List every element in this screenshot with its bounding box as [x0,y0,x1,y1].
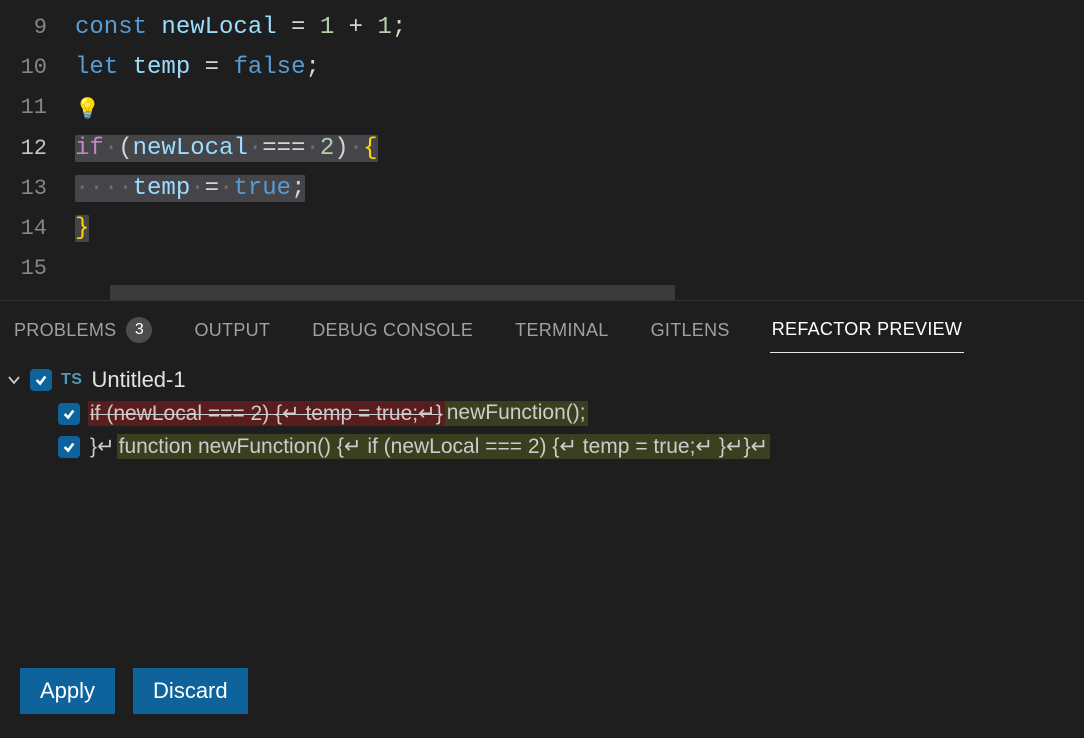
tab-gitlens[interactable]: GITLENS [649,314,732,353]
horizontal-scrollbar[interactable] [110,285,675,300]
refactor-change-row[interactable]: }↵function newFunction() {↵ if (newLocal… [6,430,1084,463]
refactor-button-bar: Apply Discard [0,656,1084,738]
code-content[interactable]: const newLocal = 1 + 1; [75,8,406,48]
tab-refactor-preview[interactable]: REFACTOR PREVIEW [770,313,965,353]
code-line[interactable]: 14 } [0,209,1084,249]
file-name: Untitled-1 [91,367,185,393]
code-content[interactable]: if·(newLocal·===·2)·{ [75,129,378,169]
diff-preview: }↵function newFunction() {↵ if (newLocal… [88,434,770,459]
lightbulb-icon[interactable]: 💡 [75,99,100,122]
change-checkbox[interactable] [58,403,80,425]
tab-terminal[interactable]: TERMINAL [513,314,610,353]
typescript-icon: TS [60,371,83,389]
code-line[interactable]: 11 💡 [0,88,1084,129]
code-line[interactable]: 9 const newLocal = 1 + 1; [0,8,1084,48]
chevron-down-icon[interactable] [6,372,22,388]
tab-label: DEBUG CONSOLE [312,320,473,341]
code-content[interactable]: 💡 [75,88,100,129]
line-number: 14 [0,209,75,249]
refactor-file-row[interactable]: TS Untitled-1 [6,363,1084,397]
line-number: 13 [0,169,75,209]
discard-button[interactable]: Discard [133,668,248,714]
code-line[interactable]: 10 let temp = false; [0,48,1084,88]
tab-label: OUTPUT [194,320,270,341]
tab-label: TERMINAL [515,320,608,341]
diff-added: newFunction(); [445,401,588,426]
refactor-change-row[interactable]: if (newLocal === 2) {↵ temp = true;↵}new… [6,397,1084,430]
editor-area: 9 const newLocal = 1 + 1; 10 let temp = … [0,0,1084,300]
file-checkbox[interactable] [30,369,52,391]
panel-tab-bar: PROBLEMS 3 OUTPUT DEBUG CONSOLE TERMINAL… [0,301,1084,355]
code-line[interactable]: 15 [0,249,1084,289]
tab-label: REFACTOR PREVIEW [772,319,963,340]
code-lines[interactable]: 9 const newLocal = 1 + 1; 10 let temp = … [0,0,1084,289]
line-number: 12 [0,129,75,169]
line-number: 15 [0,249,75,289]
tab-label: GITLENS [651,320,730,341]
code-content[interactable]: let temp = false; [75,48,320,88]
line-number: 11 [0,88,75,129]
tab-problems[interactable]: PROBLEMS 3 [12,311,154,355]
bottom-panel: PROBLEMS 3 OUTPUT DEBUG CONSOLE TERMINAL… [0,300,1084,738]
diff-deleted: if (newLocal === 2) {↵ temp = true;↵} [88,401,445,426]
code-content[interactable]: } [75,209,89,249]
code-line[interactable]: 13 ····temp·=·true; [0,169,1084,209]
diff-context: }↵ [88,434,117,459]
tab-output[interactable]: OUTPUT [192,314,272,353]
tab-debug-console[interactable]: DEBUG CONSOLE [310,314,475,353]
line-number: 9 [0,8,75,48]
problems-count-badge: 3 [126,317,152,343]
refactor-preview-content: TS Untitled-1 if (newLocal === 2) {↵ tem… [0,355,1084,656]
line-number: 10 [0,48,75,88]
diff-added: function newFunction() {↵ if (newLocal =… [117,434,770,459]
apply-button[interactable]: Apply [20,668,115,714]
code-line[interactable]: 12 if·(newLocal·===·2)·{ [0,129,1084,169]
change-checkbox[interactable] [58,436,80,458]
diff-preview: if (newLocal === 2) {↵ temp = true;↵}new… [88,401,588,426]
tab-label: PROBLEMS [14,320,116,341]
code-content[interactable]: ····temp·=·true; [75,169,305,209]
